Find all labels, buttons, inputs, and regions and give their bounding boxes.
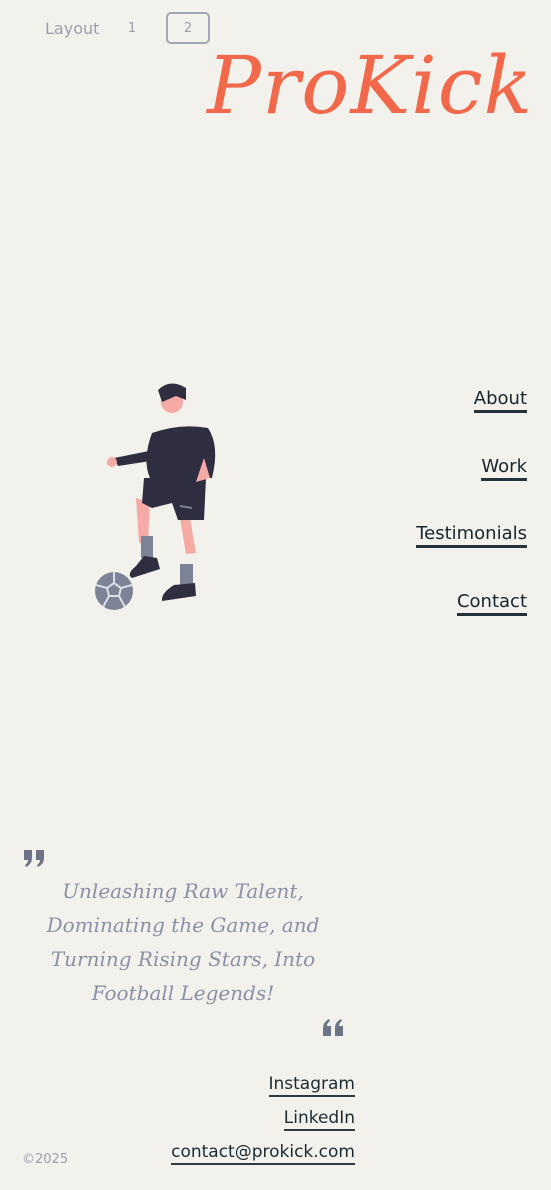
layout-option-1[interactable]: 1 [109,12,155,44]
nav-testimonials-label[interactable]: Testimonials [416,523,527,548]
nav-contact[interactable]: Contact [416,590,527,659]
linkedin-link[interactable]: LinkedIn [171,1108,355,1142]
nav-about[interactable]: About [416,388,527,456]
logo[interactable]: ProKick [207,46,533,126]
quote-close-icon [321,1018,345,1043]
layout-switcher: Layout 1 2 [45,12,210,44]
layout-option-2[interactable]: 2 [166,12,210,44]
copyright: ©2025 [22,1152,69,1167]
quote-open-icon [22,848,46,873]
instagram-link-label[interactable]: Instagram [268,1074,355,1097]
nav-work-label[interactable]: Work [481,455,527,481]
linkedin-link-label[interactable]: LinkedIn [283,1108,355,1131]
footer-links: Instagram LinkedIn contact@prokick.com [171,1074,355,1176]
tagline-quote: Unleashing Raw Talent, Dominating the Ga… [46,879,320,1005]
nav-testimonials[interactable]: Testimonials [416,523,527,591]
email-link[interactable]: contact@prokick.com [171,1142,355,1176]
email-link-label[interactable]: contact@prokick.com [171,1142,355,1165]
instagram-link[interactable]: Instagram [171,1074,355,1108]
nav-contact-label[interactable]: Contact [456,590,527,616]
main-nav: About Work Testimonials Contact [416,388,527,658]
nav-about-label[interactable]: About [473,388,527,413]
soccer-player-illustration [92,378,232,616]
nav-work[interactable]: Work [416,455,527,524]
layout-label: Layout [45,18,100,38]
